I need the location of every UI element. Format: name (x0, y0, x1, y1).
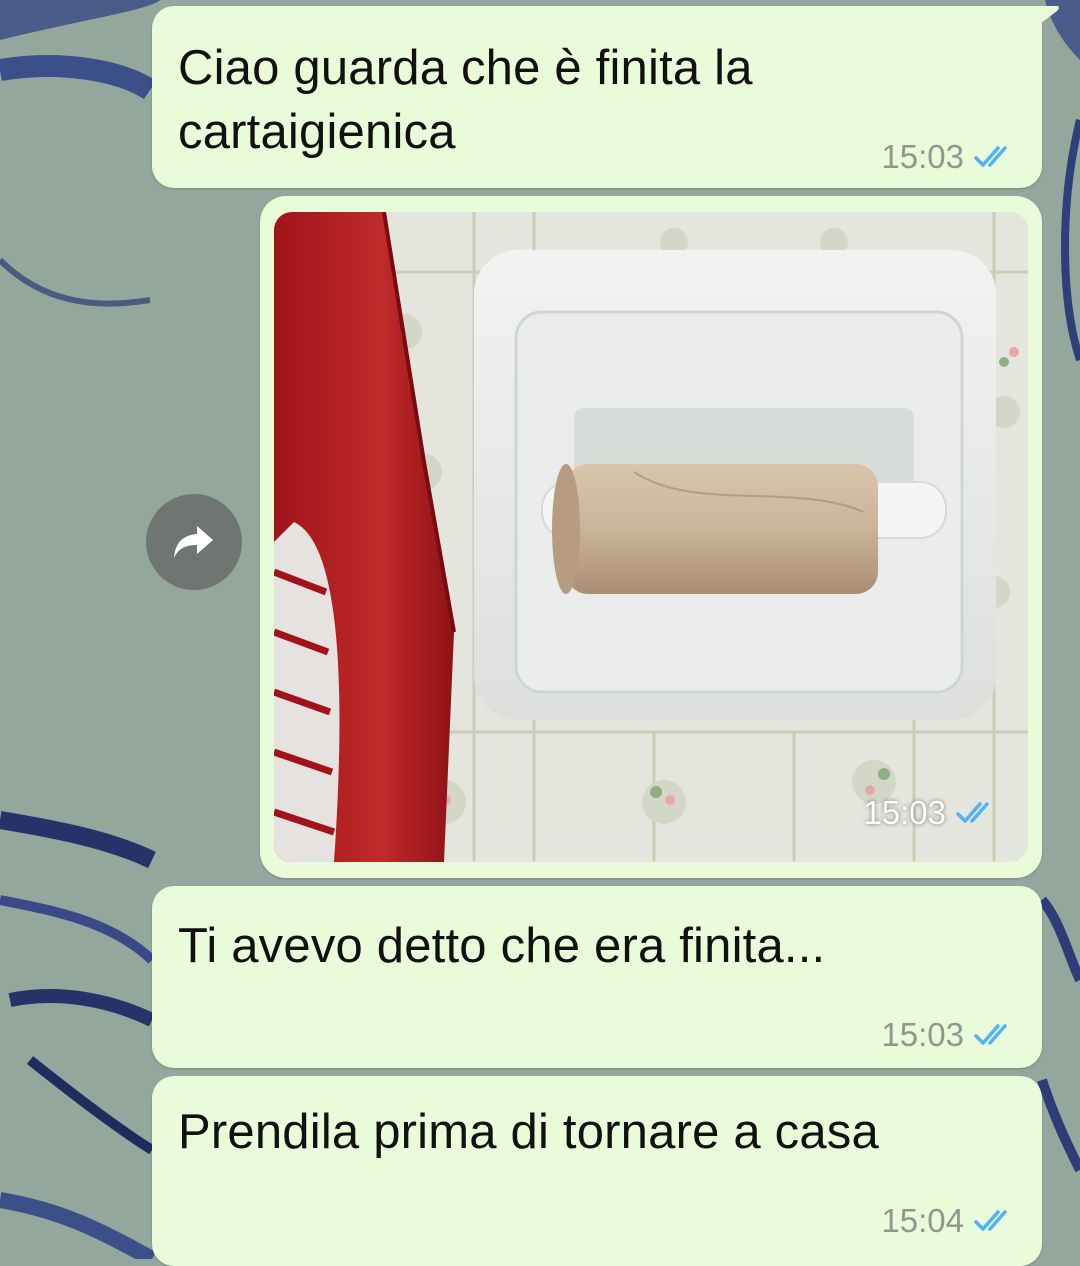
forward-button[interactable] (146, 494, 242, 590)
message-text: Ti avevo detto che era finita... (178, 919, 826, 973)
message-time: 15:04 (881, 1202, 964, 1239)
forward-arrow-icon (174, 526, 213, 558)
message-time: 15:03 (881, 1016, 964, 1053)
message-bubble-outgoing[interactable]: Ti avevo detto che era finita... 15:03 (152, 886, 1042, 1068)
message-time: 15:03 (863, 794, 946, 831)
message-meta: 15:03 (881, 138, 1018, 176)
message-photo[interactable]: 15:03 (274, 212, 1028, 862)
double-check-icon (974, 1024, 1007, 1045)
message-time: 15:03 (881, 138, 964, 175)
message-bubble-outgoing[interactable]: Ciao guarda che è finita la cartaigienic… (152, 6, 1059, 188)
toilet-paper-photo (274, 212, 1028, 862)
message-meta: 15:03 (881, 1016, 1018, 1054)
double-check-icon (956, 802, 989, 823)
double-check-icon (974, 146, 1007, 167)
double-check-icon (974, 1210, 1007, 1231)
image-message-meta: 15:03 (863, 794, 1000, 832)
message-text: Prendila prima di tornare a casa (178, 1105, 879, 1159)
message-bubble-outgoing[interactable]: Prendila prima di tornare a casa 15:04 (152, 1076, 1042, 1266)
image-message-bubble[interactable]: 15:03 (260, 196, 1042, 878)
bubble-tail (1024, 6, 1059, 36)
message-meta: 15:04 (881, 1202, 1018, 1240)
